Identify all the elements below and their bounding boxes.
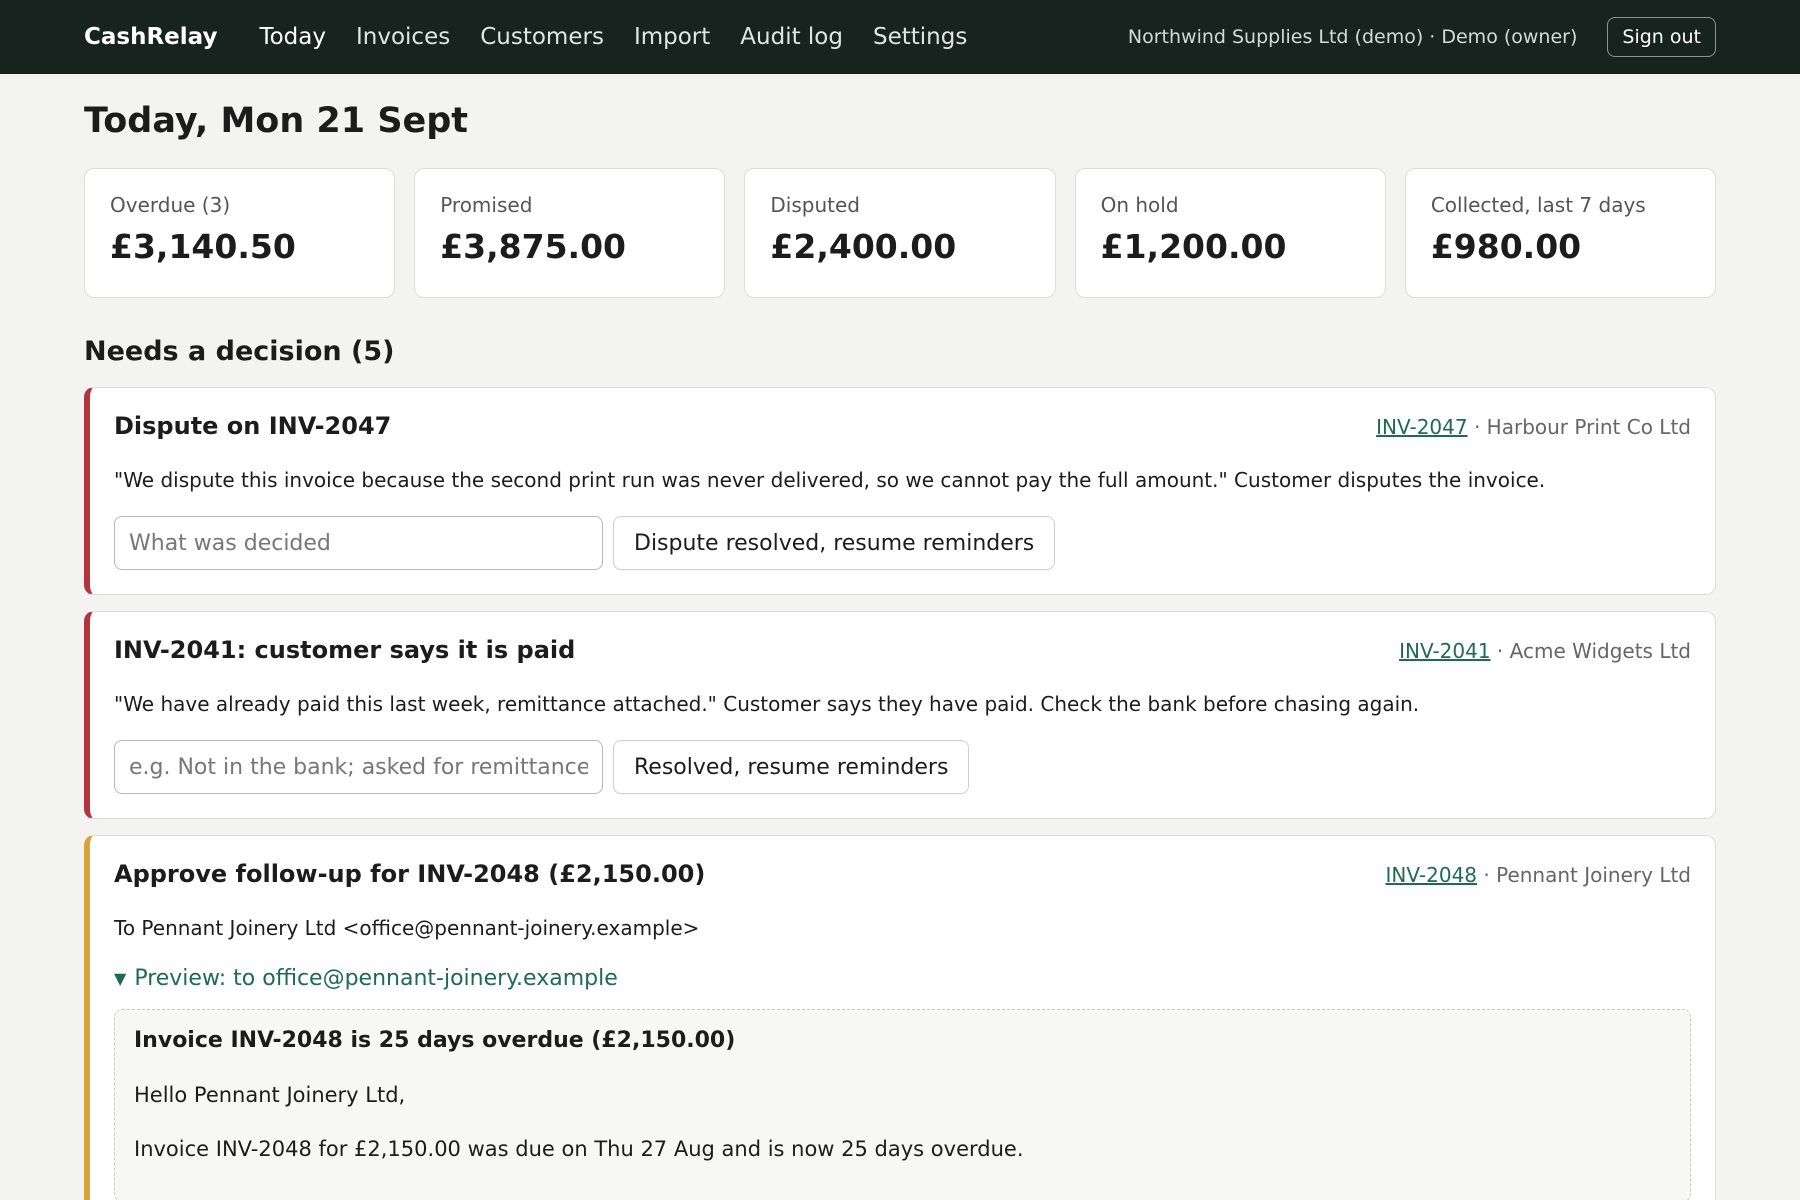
decision-card-dispute: Dispute on INV-2047 INV-2047 · Harbour P… — [84, 387, 1716, 595]
resolve-resume-button[interactable]: Resolved, resume reminders — [613, 740, 970, 794]
card-meta: INV-2047 · Harbour Print Co Ltd — [1376, 415, 1691, 439]
stat-value: £980.00 — [1430, 227, 1582, 266]
nav-today[interactable]: Today — [259, 24, 326, 50]
decision-card-paid-claim: INV-2041: customer says it is paid INV-2… — [84, 611, 1716, 819]
email-recipient: To Pennant Joinery Ltd <office@pennant-j… — [114, 916, 700, 940]
email-preview: Invoice INV-2048 is 25 days overdue (£2,… — [114, 1009, 1691, 1200]
main-content: Today, Mon 21 Sept Overdue (3) £3,140.50… — [0, 101, 1800, 1200]
top-navigation: CashRelay Today Invoices Customers Impor… — [0, 0, 1800, 74]
stat-overdue[interactable]: Overdue (3) £3,140.50 — [84, 168, 396, 298]
page-title: Today, Mon 21 Sept — [84, 101, 469, 141]
stat-label: Promised — [440, 193, 533, 217]
customer-name: · Harbour Print Co Ltd — [1473, 415, 1691, 439]
account-label: Northwind Supplies Ltd (demo) · Demo (ow… — [1127, 26, 1578, 48]
card-header: INV-2041: customer says it is paid INV-2… — [114, 636, 1691, 664]
triangle-down-icon: ▼ — [114, 969, 127, 988]
summary-stats: Overdue (3) £3,140.50 Promised £3,875.00… — [84, 168, 1717, 298]
card-meta: INV-2048 · Pennant Joinery Ltd — [1386, 863, 1691, 887]
stat-value: £2,400.00 — [770, 227, 957, 266]
card-message: "We dispute this invoice because the sec… — [114, 468, 1546, 492]
nav-import[interactable]: Import — [634, 24, 710, 50]
invoice-link[interactable]: INV-2048 — [1386, 863, 1477, 887]
email-greeting: Hello Pennant Joinery Ltd, — [134, 1083, 406, 1107]
main-nav: Today Invoices Customers Import Audit lo… — [259, 24, 967, 50]
stat-value: £1,200.00 — [1100, 227, 1287, 266]
card-header: Dispute on INV-2047 INV-2047 · Harbour P… — [114, 412, 1691, 440]
card-title: INV-2041: customer says it is paid — [114, 636, 576, 664]
stat-label: Overdue (3) — [110, 193, 231, 217]
stat-label: Collected, last 7 days — [1430, 193, 1646, 217]
card-actions: Resolved, resume reminders — [114, 740, 1691, 794]
stat-value: £3,140.50 — [110, 227, 296, 266]
card-meta: INV-2041 · Acme Widgets Ltd — [1399, 639, 1691, 663]
nav-customers[interactable]: Customers — [480, 24, 604, 50]
card-title: Approve follow-up for INV-2048 (£2,150.0… — [114, 860, 706, 888]
nav-audit-log[interactable]: Audit log — [740, 24, 843, 50]
customer-name: · Pennant Joinery Ltd — [1483, 863, 1691, 887]
preview-toggle[interactable]: ▼ Preview: to office@pennant-joinery.exa… — [114, 966, 1691, 991]
decision-note-input[interactable] — [114, 740, 603, 794]
nav-invoices[interactable]: Invoices — [356, 24, 450, 50]
card-message: "We have already paid this last week, re… — [114, 692, 1420, 716]
customer-name: · Acme Widgets Ltd — [1496, 639, 1691, 663]
invoice-link[interactable]: INV-2041 — [1399, 639, 1490, 663]
stat-promised[interactable]: Promised £3,875.00 — [414, 168, 726, 298]
sign-out-button[interactable]: Sign out — [1607, 17, 1716, 57]
email-body-line: Invoice INV-2048 for £2,150.00 was due o… — [134, 1137, 1024, 1161]
decisions-heading: Needs a decision (5) — [84, 336, 395, 367]
card-title: Dispute on INV-2047 — [114, 412, 392, 440]
stat-value: £3,875.00 — [440, 227, 627, 266]
stat-disputed[interactable]: Disputed £2,400.00 — [744, 168, 1056, 298]
stat-collected[interactable]: Collected, last 7 days £980.00 — [1404, 168, 1717, 298]
stat-label: On hold — [1100, 193, 1179, 217]
email-subject: Invoice INV-2048 is 25 days overdue (£2,… — [134, 1028, 736, 1053]
decision-card-follow-up: Approve follow-up for INV-2048 (£2,150.0… — [84, 835, 1716, 1200]
stat-on-hold[interactable]: On hold £1,200.00 — [1074, 168, 1386, 298]
stat-label: Disputed — [770, 193, 860, 217]
nav-settings[interactable]: Settings — [873, 24, 967, 50]
decision-note-input[interactable] — [114, 516, 603, 570]
brand-logo[interactable]: CashRelay — [84, 24, 217, 50]
preview-toggle-label: Preview: to office@pennant-joinery.examp… — [134, 966, 618, 991]
card-header: Approve follow-up for INV-2048 (£2,150.0… — [114, 860, 1691, 888]
card-actions: Dispute resolved, resume reminders — [114, 516, 1691, 570]
invoice-link[interactable]: INV-2047 — [1376, 415, 1467, 439]
resolve-dispute-button[interactable]: Dispute resolved, resume reminders — [613, 516, 1056, 570]
